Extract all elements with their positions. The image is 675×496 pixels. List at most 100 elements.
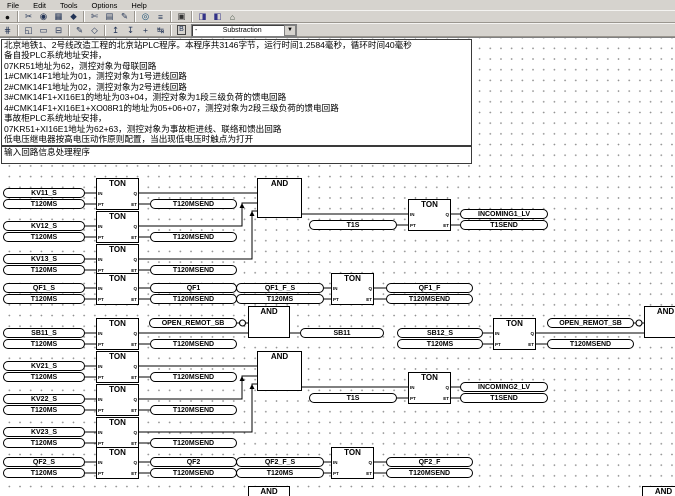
and-block[interactable]: AND <box>248 306 290 338</box>
tag-t1s[interactable]: T1S <box>309 220 397 230</box>
and-block[interactable]: AND <box>248 486 290 496</box>
ton-block[interactable]: TONINPTQET <box>96 211 139 243</box>
tag-t120msend[interactable]: T120MSEND <box>150 199 237 209</box>
comment-line: 2#CMK14F1地址为02，测控对象为2号进线回路 <box>2 82 471 92</box>
pin-label-pt: PT <box>333 471 339 476</box>
tag-sb11_s[interactable]: SB11_S <box>3 328 85 338</box>
tag-open_remot_sb[interactable]: OPEN_REMOT_SB <box>547 318 634 328</box>
tag-sb12_s[interactable]: SB12_S <box>397 328 483 338</box>
and-block[interactable]: AND <box>644 306 675 338</box>
pin-label-et: ET <box>131 202 137 207</box>
tag-kv21_s[interactable]: KV21_S <box>3 361 85 371</box>
ton-block[interactable]: TONINPTQET <box>96 447 139 479</box>
tag-t120msend[interactable]: T120MSEND <box>150 232 237 242</box>
ton-block[interactable]: TONINPTQET <box>408 372 451 404</box>
block-label: AND <box>249 487 289 496</box>
tag-t120msend[interactable]: T120MSEND <box>386 294 473 304</box>
ton-block[interactable]: TONINPTQET <box>96 318 139 350</box>
ton-block[interactable]: TONINPTQET <box>331 447 374 479</box>
ton-block[interactable]: TONINPTQET <box>96 244 139 276</box>
negation-circle-icon <box>636 320 642 326</box>
ton-block[interactable]: TONINPTQET <box>96 417 139 449</box>
program-header-comment[interactable]: 北京地铁1、2号线改造工程的北京站PLC程序。本程序共3146字节，运行时间1.… <box>1 39 472 146</box>
ton-block[interactable]: TONINPTQET <box>96 178 139 210</box>
pin-label-et: ET <box>443 396 449 401</box>
block-label: TON <box>409 373 450 382</box>
tag-t1send[interactable]: T1SEND <box>460 220 548 230</box>
tag-incoming1_lv[interactable]: INCOMING1_LV <box>460 209 548 219</box>
ton-block[interactable]: TONINPTQET <box>96 384 139 416</box>
and-block[interactable]: AND <box>257 351 302 391</box>
pin-label-in: IN <box>333 460 338 465</box>
block-label: AND <box>258 352 301 361</box>
wire-arrow-icon <box>240 376 245 381</box>
tag-qf1_s[interactable]: QF1_S <box>3 283 85 293</box>
tag-t120ms[interactable]: T120MS <box>3 199 85 209</box>
tag-t120msend[interactable]: T120MSEND <box>150 468 237 478</box>
block-label: TON <box>97 274 138 283</box>
pin-label-pt: PT <box>98 408 104 413</box>
tag-t120ms[interactable]: T120MS <box>3 405 85 415</box>
pin-label-pt: PT <box>410 396 416 401</box>
comment-line: 低电压继电器按高电压动作原则配置，当出现低电压时触点为打开 <box>2 134 471 144</box>
section-title-comment[interactable]: 输入回路信息处理程序 <box>1 146 472 164</box>
pin-label-et: ET <box>131 297 137 302</box>
tag-incoming2_lv[interactable]: INCOMING2_LV <box>460 382 548 392</box>
tag-t120ms[interactable]: T120MS <box>236 468 324 478</box>
tag-qf2_f[interactable]: QF2_F <box>386 457 473 467</box>
tag-t120msend[interactable]: T120MSEND <box>150 372 237 382</box>
tag-t120msend[interactable]: T120MSEND <box>386 468 473 478</box>
tag-sb11[interactable]: SB11 <box>300 328 384 338</box>
and-block[interactable]: AND <box>642 486 675 496</box>
tag-t1s[interactable]: T1S <box>309 393 397 403</box>
block-label: TON <box>409 200 450 209</box>
tag-t120msend[interactable]: T120MSEND <box>150 294 237 304</box>
tag-t120ms[interactable]: T120MS <box>236 294 324 304</box>
tag-kv11_s[interactable]: KV11_S <box>3 188 85 198</box>
wire-arrow-icon <box>240 203 245 208</box>
tag-qf1[interactable]: QF1 <box>150 283 237 293</box>
pin-label-pt: PT <box>98 342 104 347</box>
tag-kv12_s[interactable]: KV12_S <box>3 221 85 231</box>
pin-label-pt: PT <box>98 471 104 476</box>
tag-t120msend[interactable]: T120MSEND <box>150 405 237 415</box>
ton-block[interactable]: TONINPTQET <box>408 199 451 231</box>
tag-t1send[interactable]: T1SEND <box>460 393 548 403</box>
tag-qf2_f_s[interactable]: QF2_F_S <box>236 457 324 467</box>
pin-label-in: IN <box>98 364 103 369</box>
block-label: TON <box>494 319 535 328</box>
tag-qf1_f_s[interactable]: QF1_F_S <box>236 283 324 293</box>
tag-kv22_s[interactable]: KV22_S <box>3 394 85 404</box>
tag-t120ms[interactable]: T120MS <box>3 339 85 349</box>
pin-label-pt: PT <box>98 297 104 302</box>
tag-qf2_s[interactable]: QF2_S <box>3 457 85 467</box>
pin-label-et: ET <box>366 297 372 302</box>
ton-block[interactable]: TONINPTQET <box>96 351 139 383</box>
pin-label-pt: PT <box>98 235 104 240</box>
pin-label-q: Q <box>133 224 137 229</box>
tag-t120ms[interactable]: T120MS <box>397 339 483 349</box>
pin-label-et: ET <box>131 408 137 413</box>
tag-t120msend[interactable]: T120MSEND <box>150 339 237 349</box>
tag-t120msend[interactable]: T120MSEND <box>547 339 634 349</box>
ton-block[interactable]: TONINPTQET <box>331 273 374 305</box>
tag-qf1_f[interactable]: QF1_F <box>386 283 473 293</box>
tag-t120ms[interactable]: T120MS <box>3 438 85 448</box>
tag-t120ms[interactable]: T120MS <box>3 372 85 382</box>
tag-t120ms[interactable]: T120MS <box>3 265 85 275</box>
tag-t120ms[interactable]: T120MS <box>3 468 85 478</box>
tag-t120msend[interactable]: T120MSEND <box>150 265 237 275</box>
tag-qf2[interactable]: QF2 <box>150 457 237 467</box>
tag-kv13_s[interactable]: KV13_S <box>3 254 85 264</box>
tag-t120ms[interactable]: T120MS <box>3 294 85 304</box>
pin-label-q: Q <box>530 331 534 336</box>
tag-kv23_s[interactable]: KV23_S <box>3 427 85 437</box>
and-block[interactable]: AND <box>257 178 302 218</box>
ton-block[interactable]: TONINPTQET <box>493 318 536 350</box>
pin-label-in: IN <box>98 460 103 465</box>
tag-t120msend[interactable]: T120MSEND <box>150 438 237 448</box>
tag-open_remot_sb[interactable]: OPEN_REMOT_SB <box>149 318 237 328</box>
tag-t120ms[interactable]: T120MS <box>3 232 85 242</box>
ton-block[interactable]: TONINPTQET <box>96 273 139 305</box>
wire-arrow-icon <box>250 384 255 389</box>
